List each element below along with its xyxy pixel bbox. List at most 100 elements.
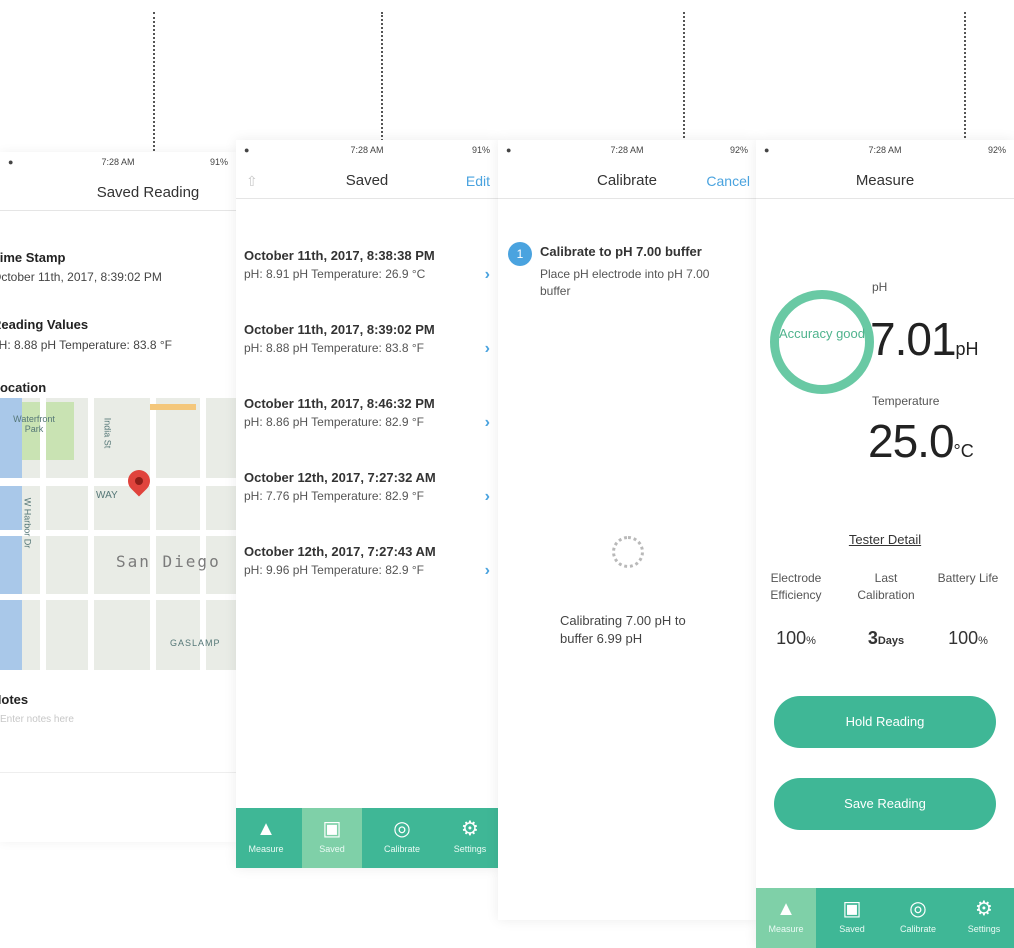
map-label-park: Waterfront Park bbox=[13, 414, 55, 434]
gear-icon: ⚙ bbox=[461, 818, 479, 840]
list-item[interactable]: October 11th, 2017, 8:38:38 PM pH: 8.91 p… bbox=[244, 248, 494, 320]
record-date: October 11th, 2017, 8:39:02 PM bbox=[244, 322, 435, 337]
flask-icon: ▲ bbox=[776, 898, 796, 920]
accuracy-ring: Accuracy good bbox=[770, 290, 874, 394]
calibration-unit: Days bbox=[877, 635, 905, 647]
tab-saved[interactable]: ▣ Saved bbox=[822, 888, 882, 948]
calibrate-screen: ● 7:28 AM 92% Calibrate Cancel 1 Calibra… bbox=[498, 140, 756, 920]
nav-bar: ⇧ Saved Edit bbox=[236, 162, 498, 199]
tab-calibrate[interactable]: ◎ Calibrate bbox=[372, 808, 432, 868]
battery-indicator: 92% bbox=[987, 145, 1006, 155]
status-bar: ● 7:28 AM 91% bbox=[236, 140, 498, 162]
measure-screen: ● 7:28 AM 92% Measure Accuracy good pH 7… bbox=[756, 140, 1014, 948]
list-item[interactable]: October 11th, 2017, 8:46:32 PM pH: 8.86 p… bbox=[244, 396, 494, 468]
chevron-right-icon: › bbox=[484, 488, 490, 505]
electrode-value: 100 bbox=[776, 628, 807, 648]
flask-icon: ▲ bbox=[256, 818, 276, 840]
location-map[interactable]: Waterfront Park India St W Harbor Dr WAY… bbox=[0, 398, 236, 670]
page-title: Measure bbox=[855, 172, 915, 189]
list-item[interactable]: October 12th, 2017, 7:27:43 AM pH: 9.96 p… bbox=[244, 544, 494, 616]
battery-unit: % bbox=[978, 635, 988, 647]
tab-settings[interactable]: ⚙ Settings bbox=[440, 808, 498, 868]
map-label-street: India St bbox=[102, 417, 113, 449]
map-road bbox=[150, 398, 156, 670]
tab-saved[interactable]: ▣ Saved bbox=[302, 808, 362, 868]
map-label-way: WAY bbox=[96, 490, 118, 501]
calibrate-icon: ◎ bbox=[909, 898, 927, 920]
ph-unit: pH bbox=[955, 339, 979, 359]
status-bar: ● 7:28 AM 92% bbox=[498, 140, 756, 162]
list-item[interactable]: October 12th, 2017, 7:27:32 AM pH: 7.76 p… bbox=[244, 470, 494, 542]
last-calibration: Last Calibration 3Days bbox=[846, 570, 926, 649]
timestamp-value: October 11th, 2017, 8:39:02 PM bbox=[0, 270, 162, 284]
battery-life: Battery Life 100% bbox=[928, 570, 1008, 649]
status-time: 7:28 AM bbox=[868, 145, 902, 155]
values-heading: Reading Values bbox=[0, 317, 89, 332]
divider bbox=[0, 772, 236, 773]
electrode-unit: % bbox=[806, 635, 816, 647]
temperature-value: 25.0 bbox=[868, 415, 955, 467]
tab-measure[interactable]: ▲ Measure bbox=[236, 808, 296, 868]
tab-measure[interactable]: ▲ Measure bbox=[756, 888, 816, 948]
calibration-value-wrap: 3Days bbox=[846, 628, 926, 649]
battery-value: 100 bbox=[948, 628, 979, 648]
battery-label: Battery Life bbox=[937, 571, 999, 585]
calibrate-icon: ◎ bbox=[393, 818, 411, 840]
tab-settings[interactable]: ⚙ Settings bbox=[954, 888, 1014, 948]
tab-label: Calibrate bbox=[383, 844, 421, 854]
map-road bbox=[88, 398, 94, 670]
nav-bar: Calibrate Cancel bbox=[498, 162, 756, 199]
status-time: 7:28 AM bbox=[350, 145, 384, 155]
tab-label: Settings bbox=[967, 924, 1001, 934]
record-values: pH: 8.88 pH Temperature: 83.8 °F bbox=[244, 341, 425, 355]
chevron-right-icon: › bbox=[484, 414, 490, 431]
hold-reading-button[interactable]: Hold Reading bbox=[774, 696, 996, 748]
battery-indicator: 92% bbox=[729, 145, 748, 155]
calibration-value: 3 bbox=[867, 628, 878, 648]
record-values: pH: 9.96 pH Temperature: 82.9 °F bbox=[244, 563, 425, 577]
battery-indicator: 91% bbox=[471, 145, 490, 155]
notes-input[interactable]: Enter notes here bbox=[0, 714, 74, 725]
tester-detail-link[interactable]: Tester Detail bbox=[756, 532, 1014, 547]
temperature-label: Temperature bbox=[872, 394, 940, 408]
tab-label: Saved bbox=[839, 924, 865, 934]
lock-icon: ▣ bbox=[322, 818, 342, 840]
map-road bbox=[40, 398, 46, 670]
electrode-value-wrap: 100% bbox=[756, 628, 836, 649]
saved-screen: ● 7:28 AM 91% ⇧ Saved Edit October 11th,… bbox=[236, 140, 498, 868]
tab-label: Measure bbox=[768, 924, 804, 934]
status-bar: ● 7:28 AM 91% bbox=[0, 152, 236, 174]
notes-heading: Notes bbox=[0, 692, 29, 707]
tab-label: Measure bbox=[248, 844, 284, 854]
calibration-label: Last Calibration bbox=[857, 571, 915, 602]
tab-calibrate[interactable]: ◎ Calibrate bbox=[888, 888, 948, 948]
gear-icon: ⚙ bbox=[975, 898, 993, 920]
tab-label: Saved bbox=[319, 844, 345, 854]
cancel-button[interactable]: Cancel bbox=[706, 173, 750, 189]
edit-button[interactable]: Edit bbox=[466, 173, 490, 189]
chevron-right-icon: › bbox=[484, 562, 490, 579]
step-number-badge: 1 bbox=[508, 242, 532, 266]
temperature-reading: 25.0°C bbox=[868, 418, 974, 474]
chevron-right-icon: › bbox=[484, 340, 490, 357]
tab-bar: ▲ Measure ▣ Saved ◎ Calibrate ⚙ Settings bbox=[756, 888, 1014, 948]
page-title: Saved Reading bbox=[96, 184, 200, 201]
record-date: October 11th, 2017, 8:38:38 PM bbox=[244, 248, 435, 263]
list-item[interactable]: October 11th, 2017, 8:39:02 PM pH: 8.88 p… bbox=[244, 322, 494, 394]
calibration-status: Calibrating 7.00 pH to buffer 6.99 pH bbox=[560, 613, 686, 646]
map-highway bbox=[150, 404, 196, 410]
map-label-street: W Harbor Dr bbox=[22, 497, 33, 549]
lock-icon: ▣ bbox=[842, 898, 862, 920]
record-date: October 11th, 2017, 8:46:32 PM bbox=[244, 396, 435, 411]
values-value: pH: 8.88 pH Temperature: 83.8 °F bbox=[0, 338, 173, 352]
saved-reading-screen: ● 7:28 AM 91% Saved Reading Time Stamp O… bbox=[0, 152, 236, 842]
page-title: Saved bbox=[345, 172, 389, 189]
record-date: October 12th, 2017, 7:27:43 AM bbox=[244, 544, 436, 559]
nav-bar: Measure bbox=[756, 162, 1014, 199]
step-description: Place pH electrode into pH 7.00 buffer bbox=[540, 267, 710, 298]
map-label-city: San Diego bbox=[116, 552, 221, 571]
status-bar: ● 7:28 AM 92% bbox=[756, 140, 1014, 162]
status-time: 7:28 AM bbox=[101, 157, 135, 167]
tab-label: Settings bbox=[453, 844, 487, 854]
save-reading-button[interactable]: Save Reading bbox=[774, 778, 996, 830]
